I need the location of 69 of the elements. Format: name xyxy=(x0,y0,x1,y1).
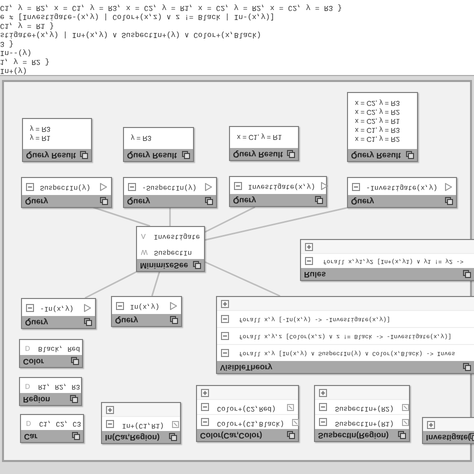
plus-box-icon[interactable] xyxy=(221,300,229,308)
card-title: Query xyxy=(127,197,150,205)
minus-box-icon[interactable] xyxy=(352,182,360,190)
play-icon[interactable] xyxy=(321,182,328,190)
plus-box-icon[interactable] xyxy=(106,406,114,414)
card-title: Query xyxy=(233,196,256,204)
card-title: Investigate( xyxy=(426,433,470,441)
card-title: Query xyxy=(115,316,138,324)
connector-line xyxy=(169,207,171,226)
card-title: Query Result xyxy=(233,150,283,158)
window-icon[interactable] xyxy=(193,261,201,269)
card-title: Query xyxy=(25,318,48,326)
play-icon[interactable] xyxy=(445,182,452,190)
minus-box-icon[interactable] xyxy=(221,332,229,340)
card-title: MinimizeSee xyxy=(140,261,188,269)
window-icon[interactable] xyxy=(445,197,453,205)
window-icon[interactable] xyxy=(287,150,295,158)
card-title: Region xyxy=(23,395,50,403)
window-icon[interactable] xyxy=(80,151,88,159)
play-icon[interactable] xyxy=(100,182,107,190)
minus-box-icon[interactable] xyxy=(26,304,34,312)
minus-box-icon[interactable] xyxy=(319,403,327,411)
minus-box-icon[interactable] xyxy=(221,349,229,357)
play-icon[interactable] xyxy=(170,302,177,310)
card-title: Color xyxy=(23,357,44,365)
minus-box-icon[interactable] xyxy=(106,420,114,428)
window-icon[interactable] xyxy=(84,318,92,326)
minus-box-icon[interactable] xyxy=(116,302,124,310)
card-title: SuspectIn(Region) xyxy=(318,431,389,439)
minus-box-icon[interactable] xyxy=(305,257,313,265)
play-icon[interactable] xyxy=(205,182,212,190)
play-icon[interactable] xyxy=(84,304,91,312)
minus-box-icon[interactable] xyxy=(234,182,242,190)
window-icon[interactable] xyxy=(170,316,178,324)
window-icon[interactable] xyxy=(169,433,177,441)
minus-box-icon[interactable] xyxy=(128,182,136,190)
window-icon[interactable] xyxy=(205,197,213,205)
card-title: Query Result xyxy=(127,151,177,159)
card-title: In(Car,Region) xyxy=(105,433,160,441)
card-title: Color(Car,Color) xyxy=(200,431,262,439)
plus-box-icon[interactable] xyxy=(319,388,327,396)
window-icon[interactable] xyxy=(71,357,79,365)
window-icon[interactable] xyxy=(398,431,406,439)
minus-box-icon[interactable] xyxy=(201,403,209,411)
card-title: Rules xyxy=(304,270,326,278)
window-icon[interactable] xyxy=(70,395,78,403)
card-title: VisibleTheory xyxy=(220,363,272,371)
card-title: Query xyxy=(25,197,48,205)
window-icon[interactable] xyxy=(182,151,190,159)
plus-box-icon[interactable] xyxy=(427,420,435,428)
connector-line xyxy=(92,206,150,227)
card-title: Query Result xyxy=(351,151,401,159)
minus-box-icon[interactable] xyxy=(319,418,327,426)
window-icon[interactable] xyxy=(100,197,108,205)
window-icon[interactable] xyxy=(72,432,80,440)
connector-line xyxy=(151,270,161,296)
plus-box-icon[interactable] xyxy=(305,242,313,250)
window-icon[interactable] xyxy=(463,270,471,278)
card-title: Query xyxy=(351,197,374,205)
card-title: Car xyxy=(24,432,38,440)
minus-box-icon[interactable] xyxy=(221,315,229,323)
plus-box-icon[interactable] xyxy=(201,388,209,396)
window-icon[interactable] xyxy=(406,151,414,159)
window-icon[interactable] xyxy=(287,431,295,439)
minus-box-icon[interactable] xyxy=(26,182,34,190)
card-title: Query Result xyxy=(26,151,76,159)
minus-box-icon[interactable] xyxy=(201,418,209,426)
window-icon[interactable] xyxy=(315,196,323,204)
window-icon[interactable] xyxy=(463,363,471,371)
